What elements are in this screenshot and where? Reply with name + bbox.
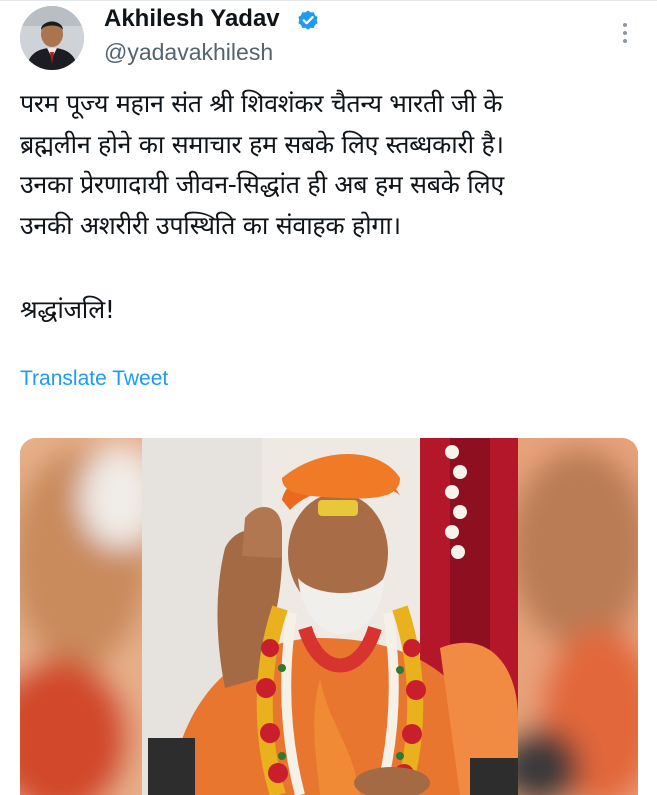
tweet-line: उनकी अशरीरी उपस्थिति का संवाहक होगा। xyxy=(20,210,401,240)
tweet-line: उनका प्रेरणादायी जीवन-सिद्धांत ही अब हम … xyxy=(20,170,504,199)
author-handle[interactable]: @yadavakhilesh xyxy=(104,38,273,66)
top-divider xyxy=(0,0,657,1)
verified-badge-icon xyxy=(296,9,320,33)
tweet-line: परम पूज्य महान संत श्री शिवशंकर चैतन्य भ… xyxy=(20,89,503,118)
tweet-media-image[interactable] xyxy=(20,438,638,795)
tweet-closing: श्रद्धांजलि! xyxy=(20,295,115,324)
more-options-icon[interactable] xyxy=(611,18,639,48)
avatar[interactable] xyxy=(20,6,84,70)
translate-tweet-link[interactable]: Translate Tweet xyxy=(20,366,168,392)
tweet-text: परम पूज्य महान संत श्री शिवशंकर चैतन्य भ… xyxy=(20,84,640,331)
author-display-name[interactable]: Akhilesh Yadav xyxy=(104,4,280,34)
tweet-line: ब्रह्मलीन होने का समाचार हम सबके लिए स्त… xyxy=(20,129,504,159)
